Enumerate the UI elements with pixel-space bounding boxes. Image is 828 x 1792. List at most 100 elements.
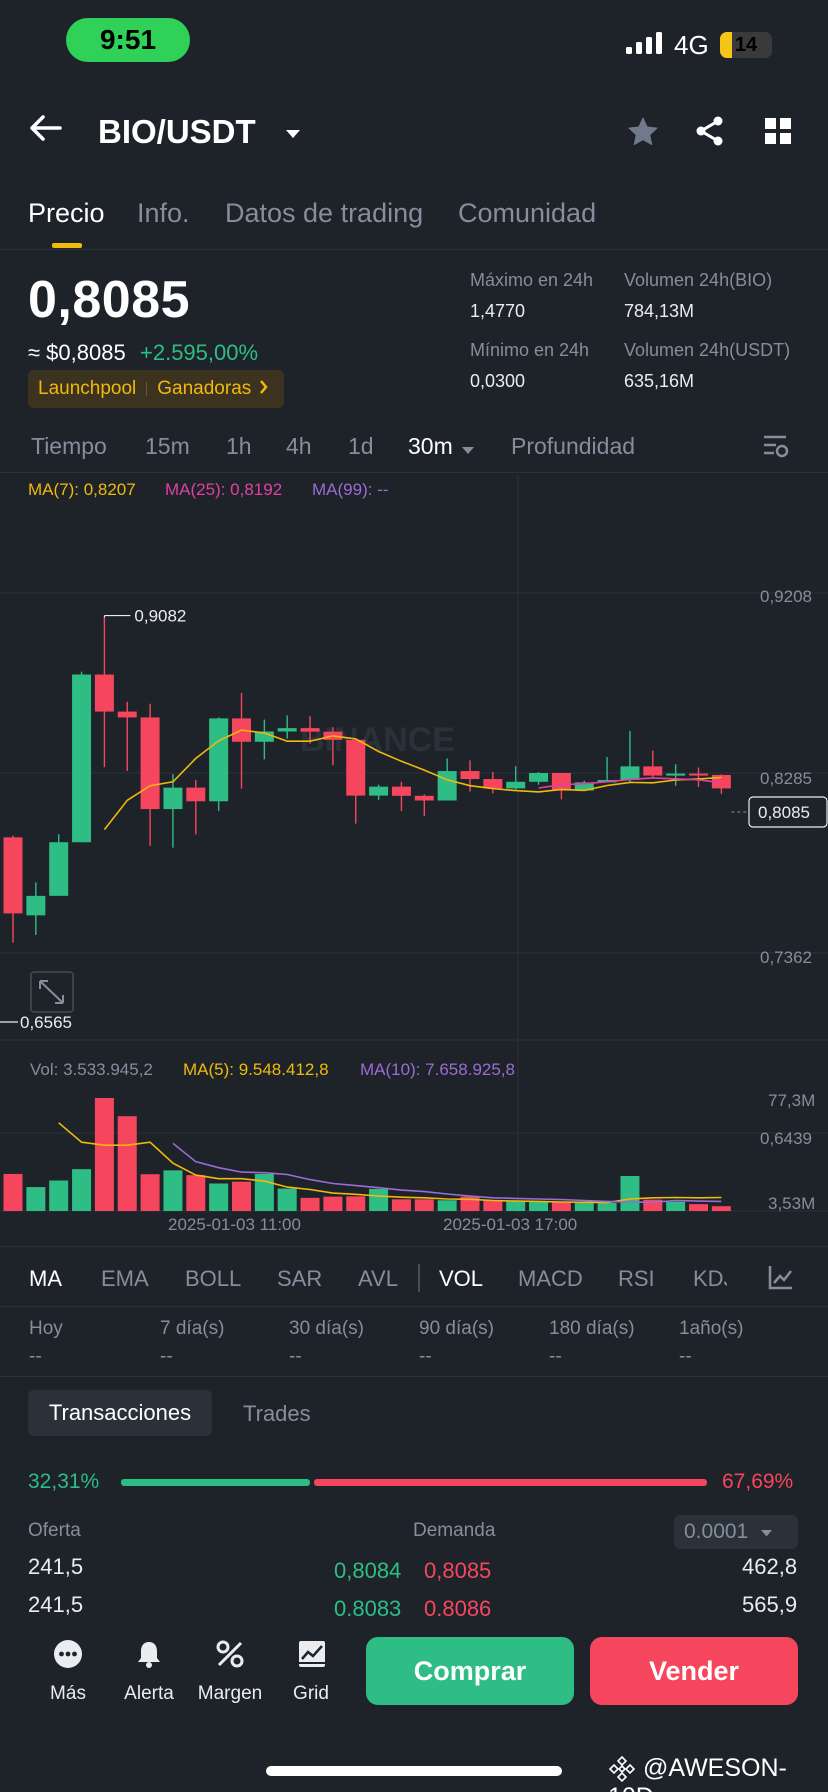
network-label: 4G (674, 30, 709, 60)
period-label: Hoy (29, 1318, 63, 1339)
bid-price[interactable]: 0.8083 (334, 1596, 401, 1622)
tf-1d[interactable]: 1d (348, 433, 374, 460)
volume-quote-label: Volumen 24h(USDT) (624, 340, 791, 360)
candle-body (551, 773, 571, 791)
price-tick: 0,9208 (760, 587, 812, 606)
ask-price[interactable]: 0,8085 (424, 1558, 491, 1584)
volume-bar (277, 1188, 297, 1211)
volume-bar (300, 1197, 320, 1211)
pair-title[interactable]: BIO/USDT (98, 113, 256, 151)
share-icon[interactable] (695, 116, 725, 151)
indicator-vol[interactable]: VOL (439, 1266, 483, 1292)
indicator-ema[interactable]: EMA (101, 1266, 149, 1292)
indicator-sar[interactable]: SAR (277, 1266, 322, 1292)
usd-price: ≈ $0,8085 (28, 340, 126, 365)
period-label: 7 día(s) (160, 1318, 225, 1339)
ask-price[interactable]: 0.8086 (424, 1596, 491, 1622)
tf-1h[interactable]: 1h (226, 433, 252, 460)
home-indicator (266, 1766, 562, 1776)
bell-icon[interactable] (134, 1639, 164, 1674)
margin-icon[interactable] (215, 1639, 245, 1674)
layout-grid-icon[interactable] (765, 118, 791, 149)
tag-ganadoras[interactable]: Ganadoras (157, 378, 251, 400)
tab-transacciones[interactable]: Transacciones (28, 1390, 212, 1436)
indicator-ma[interactable]: MA (29, 1266, 62, 1292)
period-label: 1año(s) (679, 1318, 744, 1339)
ma7-legend: MA(7): 0,8207 (28, 480, 136, 499)
candle-body (414, 795, 434, 801)
indicator-rsi[interactable]: RSI (618, 1266, 655, 1292)
candle-body (460, 771, 480, 780)
candle-body (300, 728, 320, 732)
volume-bar (346, 1196, 366, 1211)
candle-body (26, 895, 46, 916)
grid-bot-icon[interactable] (297, 1639, 327, 1674)
grid-label[interactable]: Grid (271, 1683, 351, 1705)
volume-bar (711, 1206, 731, 1211)
tf-depth[interactable]: Profundidad (511, 433, 635, 460)
bid-price[interactable]: 0,8084 (334, 1558, 401, 1584)
volume-bar (26, 1187, 46, 1211)
sell-button[interactable]: Vender (590, 1637, 798, 1705)
ask-quantity[interactable]: 565,9 (742, 1592, 797, 1618)
volume-bars (3, 1098, 731, 1211)
tab-trading-data[interactable]: Datos de trading (225, 198, 423, 229)
vol-ma10-legend: MA(10): 7.658.925,8 (360, 1060, 515, 1079)
indicator-settings-icon[interactable] (768, 1264, 794, 1295)
more-icon[interactable] (53, 1639, 83, 1674)
volume-legend: Vol: 3.533.945,2 (30, 1060, 153, 1079)
chart-settings-icon[interactable] (762, 432, 790, 465)
volume-bar (597, 1202, 617, 1211)
signal-icon (626, 32, 664, 59)
tab-info[interactable]: Info. (137, 198, 190, 229)
back-icon[interactable] (28, 114, 64, 147)
tf-30m[interactable]: 30m (408, 433, 453, 460)
indicator-boll[interactable]: BOLL (185, 1266, 241, 1292)
volume-bar (72, 1169, 92, 1211)
sell-ratio-percent: 67,69% (722, 1470, 794, 1493)
chevron-down-icon[interactable] (461, 443, 475, 461)
volume-bar (254, 1173, 274, 1211)
chart-grid (0, 475, 828, 1215)
tab-precio[interactable]: Precio (28, 198, 105, 229)
more-label[interactable]: Más (28, 1683, 108, 1705)
category-tags[interactable]: Launchpool Ganadoras (28, 370, 284, 408)
candle-body (437, 771, 457, 801)
margin-label[interactable]: Margen (190, 1683, 270, 1705)
bid-quantity[interactable]: 241,5 (28, 1592, 83, 1618)
ma99-legend: MA(99): -- (312, 480, 389, 499)
period-value: -- (419, 1346, 432, 1367)
tf-tiempo[interactable]: Tiempo (31, 433, 107, 460)
volume-tick: 77,3M (768, 1091, 815, 1110)
volume-bar (391, 1199, 411, 1211)
volume-bar (94, 1098, 114, 1211)
tag-launchpool[interactable]: Launchpool (38, 378, 136, 400)
alert-label[interactable]: Alerta (109, 1683, 189, 1705)
volume-bar (529, 1201, 549, 1211)
tf-4h[interactable]: 4h (286, 433, 312, 460)
volume-base-value: 784,13M (624, 301, 695, 321)
tab-trades[interactable]: Trades (243, 1401, 311, 1427)
candle-body (369, 786, 389, 796)
candle-body (163, 787, 183, 810)
ask-quantity[interactable]: 462,8 (742, 1554, 797, 1580)
volume-bar (506, 1200, 526, 1211)
candlestick-chart[interactable]: BINANCE 0,9208 0,8285 0,7362 0,6439 77,3… (0, 475, 828, 1235)
expand-icon[interactable] (30, 971, 74, 1013)
last-price: 0,8085 (28, 271, 191, 329)
indicator-avl[interactable]: AVL (358, 1266, 398, 1292)
tab-comunidad[interactable]: Comunidad (458, 198, 596, 229)
tf-15m[interactable]: 15m (145, 433, 190, 460)
period-value: -- (289, 1346, 302, 1367)
chevron-down-icon[interactable] (285, 127, 301, 145)
indicator-kdj[interactable]: KDJ (693, 1266, 727, 1292)
precision-select[interactable]: 0.0001 (674, 1515, 798, 1549)
indicator-macd[interactable]: MACD (518, 1266, 583, 1292)
divider (0, 1306, 828, 1307)
star-icon[interactable] (627, 116, 659, 151)
period-label: 90 día(s) (419, 1318, 494, 1339)
low-24h-value: 0,0300 (470, 371, 526, 391)
buy-button[interactable]: Comprar (366, 1637, 574, 1705)
last-price-label: 0,8085 (758, 803, 810, 822)
bid-quantity[interactable]: 241,5 (28, 1554, 83, 1580)
